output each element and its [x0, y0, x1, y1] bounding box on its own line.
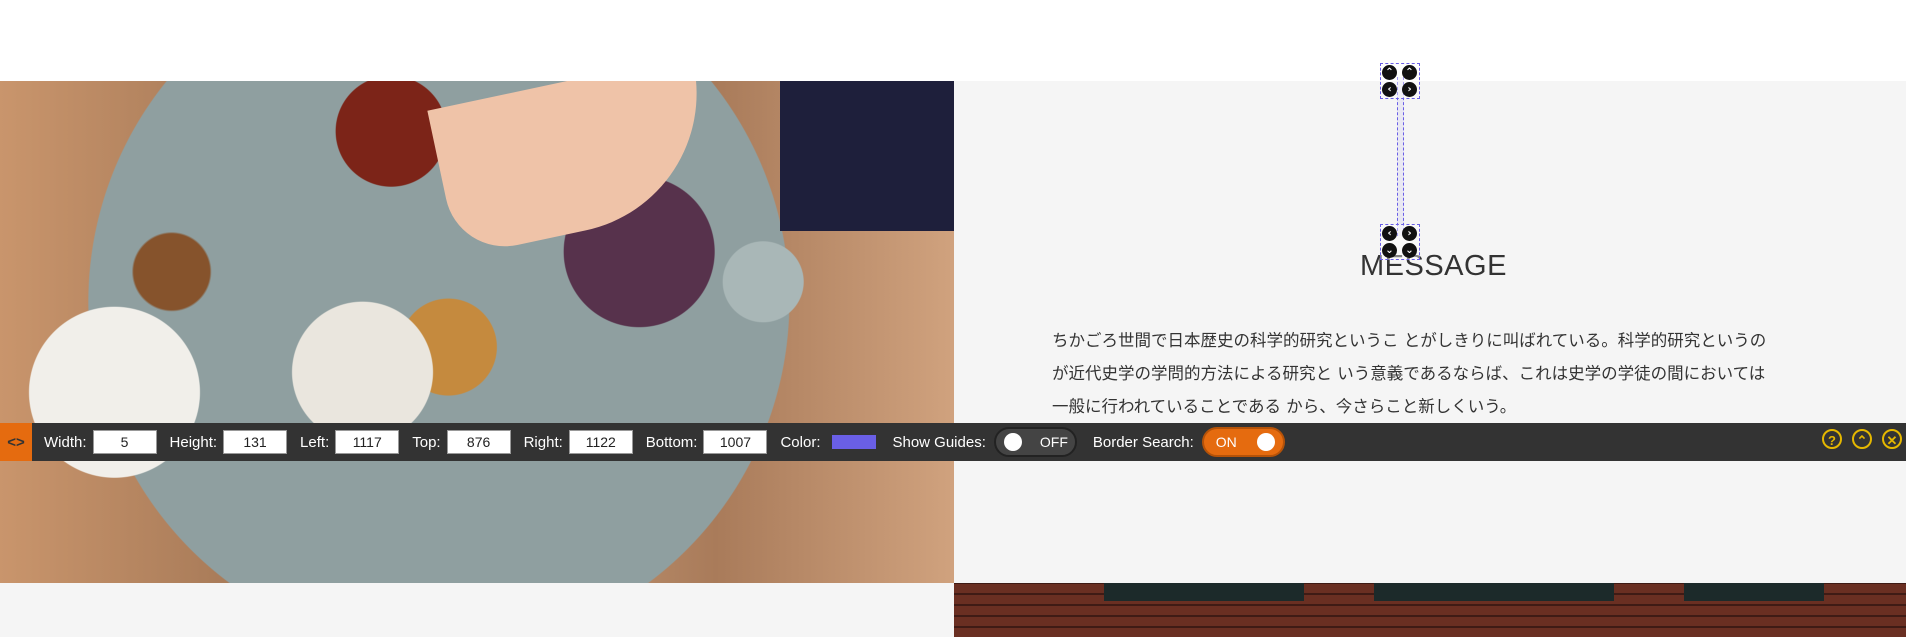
move-right-icon[interactable]: ›: [1402, 82, 1417, 97]
color-label: Color:: [780, 433, 821, 451]
top-label: Top:: [412, 433, 441, 451]
bottom-resize-handles[interactable]: ‹ › ⌄ ⌄: [1380, 224, 1420, 260]
height-label: Height:: [169, 433, 218, 451]
move-up-icon[interactable]: ⌃: [1382, 65, 1397, 80]
photo-window: [1374, 583, 1614, 601]
photo-window: [1104, 583, 1304, 601]
left-label: Left:: [300, 433, 330, 451]
show-guides-toggle[interactable]: OFF: [993, 427, 1077, 457]
width-label: Width:: [44, 433, 87, 451]
toolbar-actions: ? ⌃ ✕: [1822, 429, 1902, 449]
right-label: Right:: [523, 433, 563, 451]
storefront-photo: [954, 583, 1906, 637]
top-resize-handles[interactable]: ⌃ ⌃ ‹ ›: [1380, 63, 1420, 99]
message-paragraph: ちかごろ世間で日本歴史の科学的研究というこ とがしきりに叫ばれている。科学的研究…: [1052, 324, 1822, 423]
food-photo: [0, 81, 954, 583]
move-down-icon[interactable]: ⌄: [1382, 243, 1397, 258]
toolbar-toggle-button[interactable]: <>: [0, 423, 32, 461]
bottom-label: Bottom:: [645, 433, 698, 451]
measure-toolbar: <> Width: Height: Left: Top: Right: Bott…: [0, 423, 1906, 461]
color-swatch[interactable]: [832, 435, 877, 449]
selected-element-outline: [1397, 77, 1404, 236]
toggle-knob: [1003, 433, 1022, 451]
photo-shadow-area: [780, 81, 954, 231]
width-input[interactable]: [92, 430, 157, 454]
right-input[interactable]: [568, 430, 633, 454]
border-search-label: Border Search:: [1092, 433, 1194, 451]
photo-window: [1684, 583, 1824, 601]
message-line: ちかごろ世間で日本歴史の科学的研究というこ とがしきりに叫ばれている。科学的研究…: [1052, 331, 1767, 350]
move-left-icon[interactable]: ‹: [1382, 226, 1397, 241]
photo-hand: [427, 81, 723, 258]
message-line: が近代史学の学問的方法による研究と いう意義であるならば、これは史学の学徒の間に…: [1052, 364, 1766, 383]
help-icon[interactable]: ?: [1822, 429, 1842, 449]
collapse-icon[interactable]: ⌃: [1852, 429, 1872, 449]
move-left-icon[interactable]: ‹: [1382, 82, 1397, 97]
move-right-icon[interactable]: ›: [1402, 226, 1417, 241]
border-search-state: ON: [1215, 434, 1237, 450]
close-icon[interactable]: ✕: [1882, 429, 1902, 449]
show-guides-state: OFF: [1039, 434, 1068, 450]
code-brackets-icon: <>: [7, 433, 25, 451]
message-line: 一般に行われていることである から、今さらこと新しくいう。: [1052, 397, 1517, 416]
top-input[interactable]: [446, 430, 511, 454]
left-input[interactable]: [335, 430, 400, 454]
height-input[interactable]: [223, 430, 288, 454]
border-search-toggle[interactable]: ON: [1201, 427, 1285, 457]
toggle-knob: [1256, 433, 1275, 451]
shrink-up-icon[interactable]: ⌃: [1402, 65, 1417, 80]
bottom-input[interactable]: [703, 430, 768, 454]
extend-down-icon[interactable]: ⌄: [1402, 243, 1417, 258]
show-guides-label: Show Guides:: [892, 433, 986, 451]
section-background: [0, 583, 954, 637]
